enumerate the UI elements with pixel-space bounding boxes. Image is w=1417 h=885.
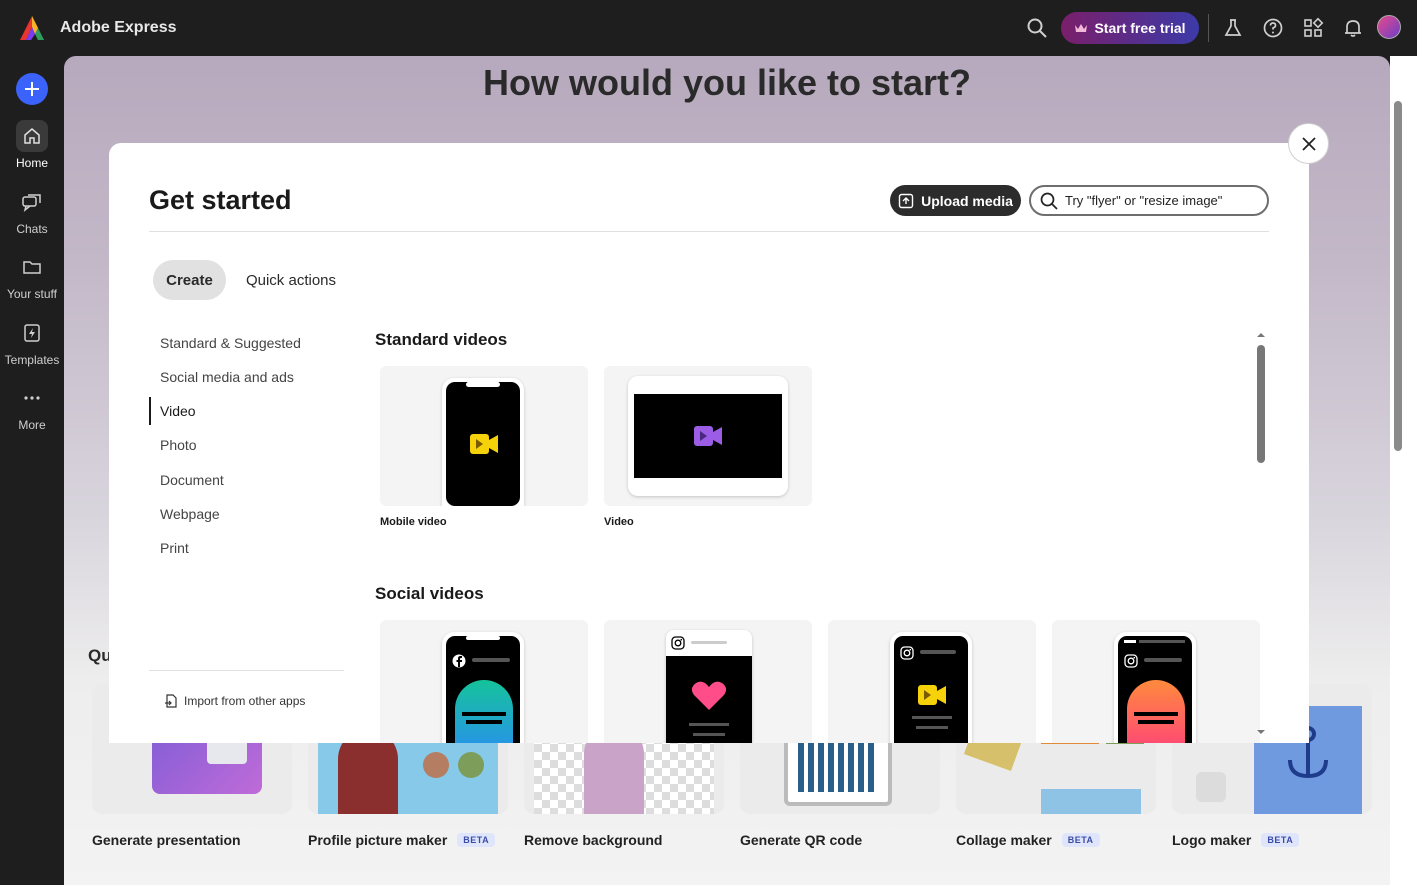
section-title-standard-videos: Standard videos — [375, 330, 508, 349]
upload-media-button[interactable]: Upload media — [890, 185, 1021, 216]
section-title-social-videos: Social videos — [375, 584, 484, 603]
chat-icon — [22, 194, 41, 212]
card-label-collage-maker: Collage maker BETA — [956, 832, 1100, 848]
tile-label-video: Video — [604, 516, 634, 528]
upload-icon — [898, 193, 914, 208]
category-photo[interactable]: Photo — [149, 431, 349, 459]
rail-label-more: More — [18, 418, 46, 432]
folder-icon — [23, 261, 41, 274]
app-title: Adobe Express — [60, 19, 177, 36]
card-label-remove-background: Remove background — [524, 832, 663, 848]
category-social-media-ads[interactable]: Social media and ads — [149, 363, 349, 391]
tab-quick-actions[interactable]: Quick actions — [237, 260, 345, 300]
start-free-trial-button[interactable]: Start free trial — [1061, 12, 1199, 44]
more-icon — [24, 396, 40, 400]
instagram-icon — [900, 646, 914, 660]
rail-item-templates[interactable]: Templates — [0, 317, 64, 367]
sidebar-divider — [149, 670, 344, 671]
video-camera-icon — [470, 434, 498, 454]
beta-badge: BETA — [457, 833, 496, 847]
category-document[interactable]: Document — [149, 466, 349, 494]
templates-icon — [24, 324, 40, 342]
facebook-icon — [452, 654, 466, 668]
page-scrollbar-thumb[interactable] — [1394, 101, 1402, 451]
rail-label-templates: Templates — [4, 353, 60, 367]
search-icon[interactable] — [1025, 16, 1049, 40]
top-bar: Adobe Express Start free trial — [0, 0, 1417, 56]
left-rail: Home Chats Your stuff Templates More — [0, 56, 64, 885]
apps-grid-icon[interactable] — [1301, 16, 1325, 40]
help-icon[interactable] — [1261, 16, 1285, 40]
card-label-logo-maker: Logo maker BETA — [1172, 832, 1300, 848]
import-from-other-apps-link[interactable]: Import from other apps — [164, 694, 305, 708]
card-label-generate-presentation: Generate presentation — [92, 832, 241, 848]
beta-badge: BETA — [1261, 833, 1300, 847]
tile-mobile-video[interactable] — [380, 366, 588, 506]
close-icon — [1301, 136, 1316, 151]
adobe-express-logo-icon[interactable] — [19, 15, 45, 41]
video-camera-icon — [694, 426, 722, 446]
search-icon — [1040, 192, 1058, 210]
tile-video[interactable] — [604, 366, 812, 506]
rail-item-more[interactable]: More — [0, 382, 64, 432]
notifications-bell-icon[interactable] — [1341, 16, 1365, 40]
top-divider — [1208, 14, 1209, 42]
content-scrollbar-thumb[interactable] — [1257, 345, 1265, 463]
upload-label: Upload media — [921, 192, 1013, 209]
scroll-down-arrow-icon[interactable] — [1256, 728, 1266, 736]
labs-flask-icon[interactable] — [1221, 16, 1245, 40]
category-video[interactable]: Video — [149, 397, 349, 425]
modal-title: Get started — [149, 185, 292, 215]
scroll-up-arrow-icon[interactable] — [1256, 331, 1266, 339]
page-scrollbar[interactable] — [1390, 56, 1417, 885]
get-started-modal: Get started Upload media Create Quick ac… — [109, 143, 1309, 743]
import-icon — [165, 694, 177, 708]
crown-icon — [1075, 24, 1088, 32]
instagram-icon — [1124, 654, 1138, 668]
video-camera-icon — [918, 685, 946, 705]
rail-item-your-stuff[interactable]: Your stuff — [0, 251, 64, 301]
template-search-field[interactable] — [1029, 185, 1269, 216]
category-webpage[interactable]: Webpage — [149, 500, 349, 528]
instagram-icon — [671, 636, 685, 650]
heart-icon — [691, 681, 727, 710]
create-new-button[interactable] — [16, 73, 48, 105]
trial-label: Start free trial — [1094, 20, 1186, 36]
rail-item-home[interactable]: Home — [0, 120, 64, 170]
close-modal-button[interactable] — [1288, 123, 1329, 164]
header-divider — [149, 231, 1269, 232]
page-heading: How would you like to start? — [482, 62, 972, 103]
plus-icon — [25, 82, 39, 96]
rail-item-chats[interactable]: Chats — [0, 186, 64, 236]
home-icon — [24, 128, 40, 144]
tile-label-mobile-video: Mobile video — [380, 516, 447, 528]
category-standard-suggested[interactable]: Standard & Suggested — [149, 329, 349, 357]
search-input[interactable] — [1065, 193, 1255, 208]
rail-label-chats: Chats — [16, 222, 48, 236]
beta-badge: BETA — [1061, 833, 1100, 847]
tab-create[interactable]: Create — [153, 260, 226, 300]
user-avatar[interactable] — [1377, 15, 1401, 39]
rail-label-your-stuff: Your stuff — [6, 287, 58, 301]
tile-facebook-video[interactable] — [380, 620, 588, 743]
card-label-profile-picture-maker: Profile picture maker BETA — [308, 832, 496, 848]
category-print[interactable]: Print — [149, 534, 349, 562]
tile-instagram-story-video[interactable] — [1052, 620, 1260, 743]
import-label: Import from other apps — [184, 694, 306, 708]
tile-instagram-post-video[interactable] — [604, 620, 812, 743]
content-scrollbar[interactable] — [1252, 331, 1269, 743]
card-label-generate-qr-code: Generate QR code — [740, 832, 863, 848]
rail-label-home: Home — [15, 156, 48, 170]
tile-instagram-reel-video[interactable] — [828, 620, 1036, 743]
